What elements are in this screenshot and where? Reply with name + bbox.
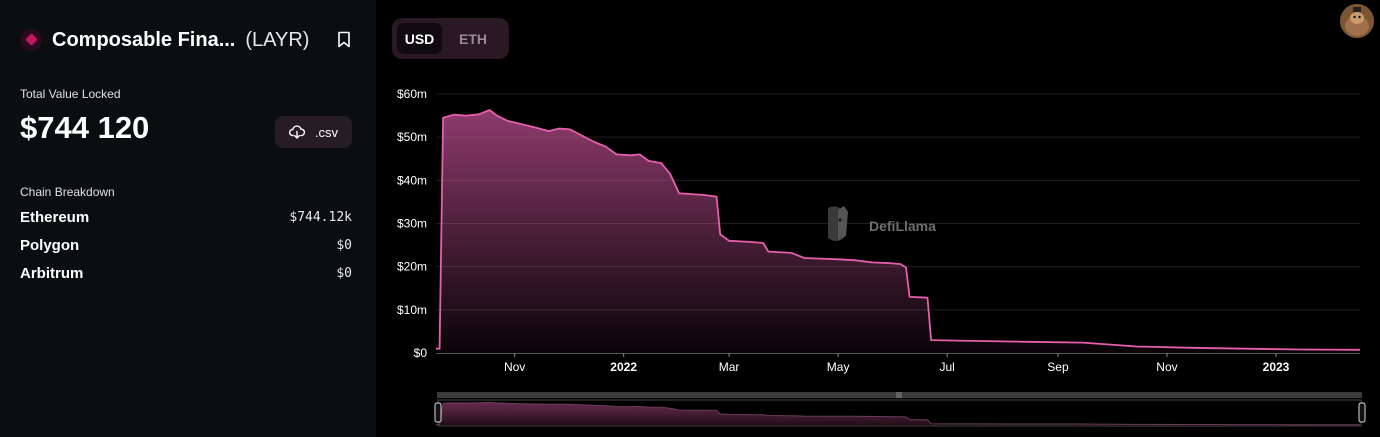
mini-series-fill bbox=[436, 402, 1360, 425]
y-axis: $0 $10m $20m $30m $40m $50m $60m bbox=[397, 87, 427, 360]
watermark: DefiLlama bbox=[828, 206, 936, 241]
chain-row-ethereum: Ethereum $744.12k bbox=[20, 207, 352, 227]
bookmark-icon[interactable] bbox=[337, 31, 351, 48]
chain-value: $744.12k bbox=[289, 209, 352, 225]
cloud-download-icon bbox=[288, 125, 305, 139]
protocol-sidebar: Composable Fina... (LAYR) Total Value Lo… bbox=[0, 0, 376, 437]
chain-name: Polygon bbox=[20, 236, 80, 254]
x-tick-label: Nov bbox=[1156, 360, 1177, 374]
slider-grip-icon[interactable]: ||| bbox=[896, 392, 902, 399]
y-tick-label: $40m bbox=[397, 173, 427, 187]
x-tick-label: Mar bbox=[719, 360, 740, 374]
tvl-chart[interactable]: $0 $10m $20m $30m $40m $50m $60m Nov 2022 Mar May… bbox=[376, 0, 1380, 437]
x-axis: Nov 2022 Mar May Jul Sep Nov 2023 bbox=[436, 353, 1360, 374]
protocol-name: Composable Fina... bbox=[52, 28, 236, 51]
tvl-value: $744 120 bbox=[20, 110, 150, 145]
csv-label: .csv bbox=[314, 124, 339, 140]
chain-value: $0 bbox=[336, 265, 352, 281]
x-tick-label: May bbox=[827, 360, 850, 374]
y-tick-label: $10m bbox=[397, 303, 427, 317]
y-tick-label: $0 bbox=[414, 346, 428, 360]
protocol-logo-icon bbox=[20, 29, 42, 51]
chain-name: Ethereum bbox=[20, 208, 90, 226]
chart-panel: USD ETH $0 $10m $20m $30m $40m $50m $60m Nov bbox=[376, 0, 1380, 437]
y-tick-label: $60m bbox=[397, 87, 427, 101]
chain-row-arbitrum: Arbitrum $0 bbox=[20, 263, 352, 283]
chain-value: $0 bbox=[336, 237, 352, 253]
x-tick-label: Sep bbox=[1047, 360, 1069, 374]
y-tick-label: $50m bbox=[397, 130, 427, 144]
llama-watermark-icon bbox=[828, 206, 848, 241]
chain-name: Arbitrum bbox=[20, 264, 84, 282]
download-csv-button[interactable]: .csv bbox=[275, 116, 352, 148]
tvl-label: Total Value Locked bbox=[20, 87, 121, 101]
chain-row-polygon: Polygon $0 bbox=[20, 235, 352, 255]
y-tick-label: $20m bbox=[397, 260, 427, 274]
protocol-header: Composable Fina... (LAYR) bbox=[20, 26, 309, 54]
slider-right-handle[interactable] bbox=[1358, 402, 1366, 423]
chain-breakdown-label: Chain Breakdown bbox=[20, 185, 115, 199]
range-slider[interactable]: ||| bbox=[434, 392, 1366, 427]
y-tick-label: $30m bbox=[397, 217, 427, 231]
x-tick-label: 2022 bbox=[610, 360, 637, 374]
x-tick-label: 2023 bbox=[1263, 360, 1290, 374]
x-tick-label: Nov bbox=[504, 360, 525, 374]
x-tick-label: Jul bbox=[939, 360, 954, 374]
protocol-symbol: (LAYR) bbox=[245, 28, 310, 51]
watermark-text: DefiLlama bbox=[869, 218, 936, 234]
mini-series-area bbox=[436, 401, 1360, 426]
slider-left-handle[interactable] bbox=[434, 402, 442, 423]
